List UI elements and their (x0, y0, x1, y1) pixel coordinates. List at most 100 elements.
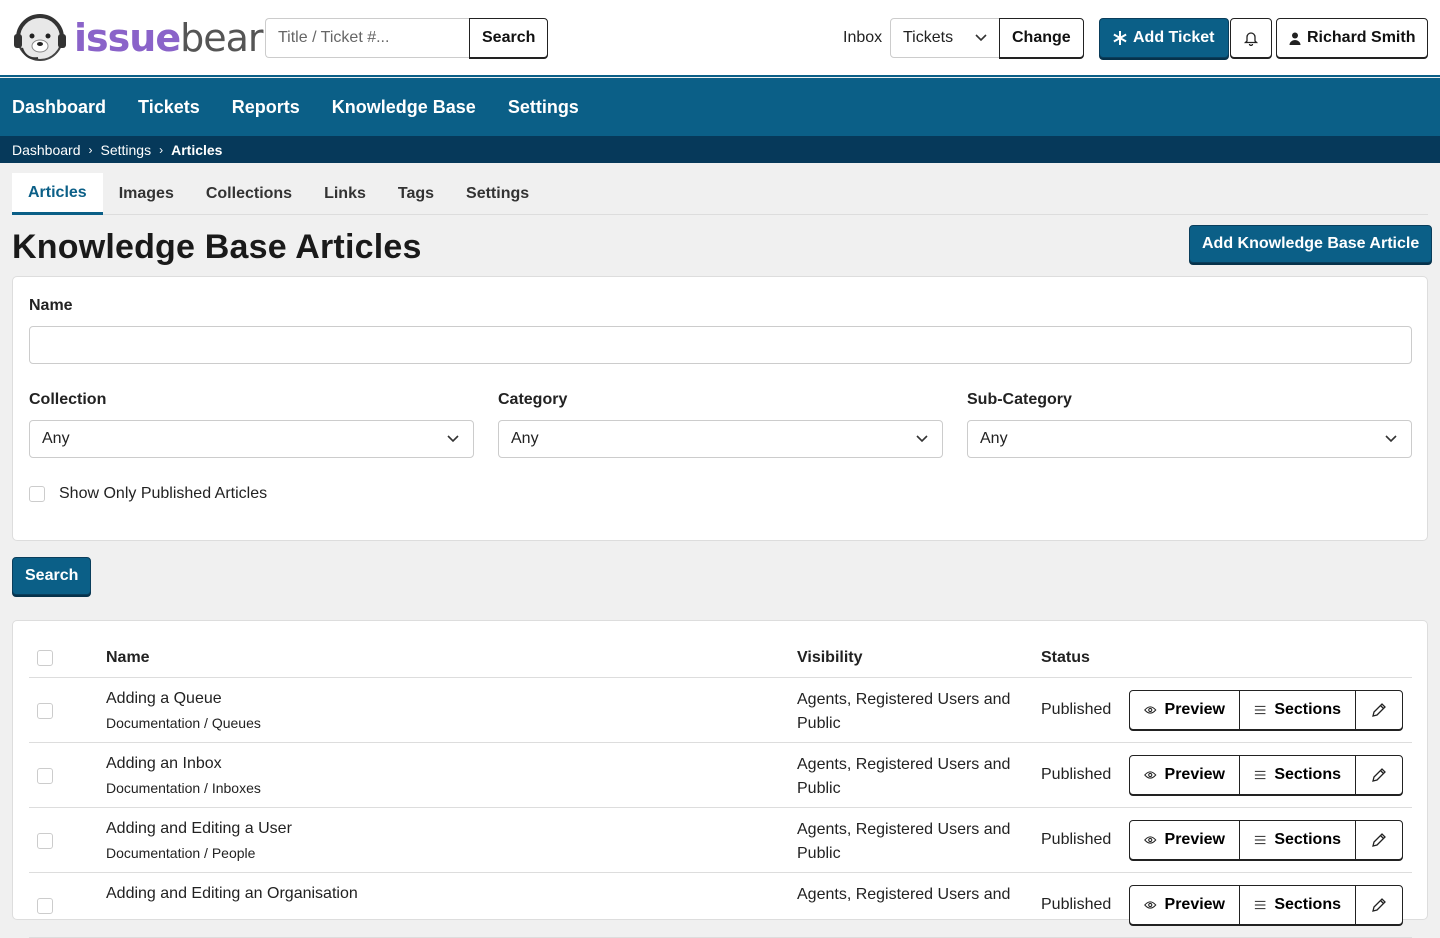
breadcrumb-settings[interactable]: Settings (101, 142, 152, 158)
kb-tabs: Articles Images Collections Links Tags S… (12, 173, 1428, 215)
category-selected-value: Any (511, 430, 539, 447)
tab-settings[interactable]: Settings (450, 173, 545, 215)
filter-panel: Name Collection Any Category Any Sub-Cat… (12, 276, 1428, 541)
chevron-down-icon (975, 34, 987, 42)
breadcrumb-dashboard[interactable]: Dashboard (12, 142, 81, 158)
row-checkbox[interactable] (37, 833, 53, 849)
breadcrumb-articles: Articles (171, 141, 223, 158)
table-row: Adding a Queue Documentation / Queues Ag… (29, 678, 1412, 743)
table-row: Adding and Editing a User Documentation … (29, 808, 1412, 873)
list-icon (1254, 835, 1266, 845)
chevron-right-icon: › (88, 142, 93, 157)
sections-label: Sections (1274, 766, 1341, 783)
eye-icon (1144, 901, 1157, 909)
subcategory-selected-value: Any (980, 430, 1008, 447)
preview-button[interactable]: Preview (1129, 885, 1240, 925)
collection-filter-label: Collection (29, 391, 107, 408)
add-kb-article-button[interactable]: Add Knowledge Base Article (1189, 225, 1433, 263)
row-checkbox[interactable] (37, 898, 53, 914)
article-visibility: Agents, Registered Users and Public (797, 691, 1011, 732)
inbox-selected-value: Tickets (903, 29, 954, 46)
ticket-search-input[interactable] (265, 18, 469, 58)
article-name[interactable]: Adding a Queue (106, 690, 222, 708)
change-inbox-button[interactable]: Change (999, 18, 1084, 58)
article-visibility: Agents, Registered Users and (797, 886, 1011, 903)
article-path: Documentation / Queues (106, 715, 261, 731)
add-ticket-button[interactable]: Add Ticket (1099, 18, 1229, 58)
published-only-checkbox[interactable] (29, 486, 45, 502)
subcategory-filter-label: Sub-Category (967, 391, 1072, 408)
select-all-checkbox[interactable] (37, 650, 53, 666)
user-menu-button[interactable]: Richard Smith (1276, 18, 1429, 58)
table-row: Adding an Inbox Documentation / Inboxes … (29, 743, 1412, 808)
preview-button[interactable]: Preview (1129, 755, 1240, 795)
article-category: People (211, 845, 256, 861)
article-name[interactable]: Adding and Editing an Organisation (106, 885, 358, 903)
list-icon (1254, 770, 1266, 780)
tab-articles[interactable]: Articles (12, 173, 103, 215)
preview-button[interactable]: Preview (1129, 820, 1240, 860)
sections-button[interactable]: Sections (1239, 820, 1356, 860)
list-icon (1254, 900, 1266, 910)
add-ticket-label: Add Ticket (1133, 29, 1215, 46)
published-only-option: Show Only Published Articles (29, 485, 267, 503)
chevron-down-icon (916, 435, 928, 443)
sections-label: Sections (1274, 701, 1341, 718)
article-name[interactable]: Adding an Inbox (106, 755, 222, 773)
category-select[interactable]: Any (498, 420, 943, 458)
row-checkbox[interactable] (37, 703, 53, 719)
pencil-icon (1372, 703, 1386, 717)
nav-dashboard[interactable]: Dashboard (12, 97, 106, 118)
subcategory-select[interactable]: Any (967, 420, 1412, 458)
sections-button[interactable]: Sections (1239, 690, 1356, 730)
article-name[interactable]: Adding and Editing a User (106, 820, 292, 838)
list-icon (1254, 705, 1266, 715)
tab-links[interactable]: Links (308, 173, 382, 215)
asterisk-icon (1113, 31, 1127, 45)
nav-reports[interactable]: Reports (232, 97, 300, 118)
header-status: Status (1041, 649, 1090, 666)
article-visibility: Agents, Registered Users and Public (797, 821, 1011, 862)
edit-button[interactable] (1355, 885, 1403, 925)
preview-label: Preview (1164, 896, 1225, 913)
collection-selected-value: Any (42, 430, 70, 447)
tab-images[interactable]: Images (103, 173, 190, 215)
edit-button[interactable] (1355, 755, 1403, 795)
header-visibility: Visibility (797, 649, 863, 666)
nav-tickets[interactable]: Tickets (138, 97, 200, 118)
ticket-search-button[interactable]: Search (469, 18, 549, 58)
tab-collections[interactable]: Collections (190, 173, 308, 215)
nav-settings[interactable]: Settings (508, 97, 579, 118)
name-filter-input[interactable] (29, 326, 1412, 364)
filter-search-button[interactable]: Search (12, 557, 92, 595)
article-category: Queues (211, 715, 261, 731)
preview-button[interactable]: Preview (1129, 690, 1240, 730)
tab-tags[interactable]: Tags (382, 173, 450, 215)
top-header: issuebear Search Inbox Tickets Change Ad… (0, 0, 1440, 77)
inbox-select[interactable]: Tickets (890, 18, 1000, 58)
article-path: Documentation / Inboxes (106, 780, 261, 796)
sections-button[interactable]: Sections (1239, 755, 1356, 795)
notifications-button[interactable] (1230, 18, 1272, 58)
row-checkbox[interactable] (37, 768, 53, 784)
article-collection: Documentation (106, 780, 201, 796)
edit-button[interactable] (1355, 820, 1403, 860)
table-row: Adding and Editing an Organisation Agent… (29, 873, 1412, 938)
article-visibility: Agents, Registered Users and Public (797, 756, 1011, 797)
category-filter-label: Category (498, 391, 568, 408)
sections-label: Sections (1274, 831, 1341, 848)
brand-logo[interactable]: issuebear (12, 12, 264, 64)
row-actions: Preview Sections (1129, 820, 1403, 860)
article-status: Published (1041, 831, 1112, 848)
page-title: Knowledge Base Articles (12, 228, 422, 266)
edit-button[interactable] (1355, 690, 1403, 730)
collection-select[interactable]: Any (29, 420, 474, 458)
preview-label: Preview (1164, 831, 1225, 848)
article-category: Inboxes (211, 780, 261, 796)
user-name: Richard Smith (1307, 29, 1416, 46)
nav-knowledge-base[interactable]: Knowledge Base (332, 97, 476, 118)
article-status: Published (1041, 766, 1112, 783)
preview-label: Preview (1164, 766, 1225, 783)
sections-button[interactable]: Sections (1239, 885, 1356, 925)
article-status: Published (1041, 701, 1112, 718)
